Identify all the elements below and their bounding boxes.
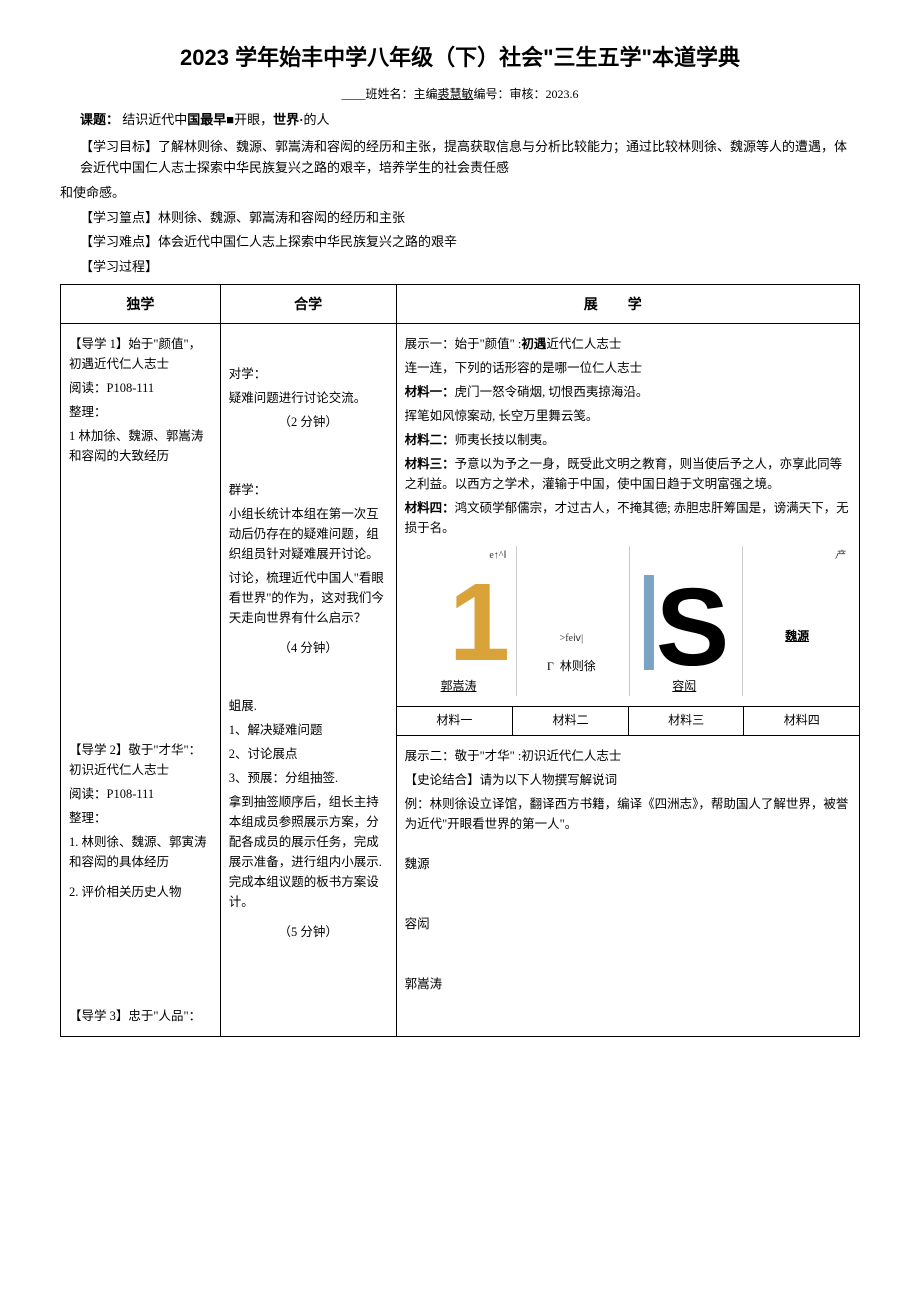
topic-text-c: ■开眼， [226,112,273,127]
col-hexue: 对学： 疑难问题进行讨论交流。 （2 分钟） 群学： 小组长统计本组在第一次互动… [220,324,396,1037]
d3-title: 【导学 3】忠于"人品"： [69,1006,212,1026]
d1-read: 阅读：P108-111 [69,378,212,398]
d1-item: 1 林加徐、魏源、郭嵩涛和容闳的大致经历 [69,426,212,466]
qun-text1: 小组长统计本组在第一次互动后仍存在的疑难问题，组织组员针对疑难展开讨论。 [229,504,388,564]
learning-goals: 【学习目标】了解林则徐、魏源、郭嵩涛和容闳的经历和主张，提高获取信息与分析比较能… [80,137,860,179]
zu-2: 2、讨论展点 [229,744,388,764]
topic-text-d: 世界· [273,112,303,127]
difficulty-label: 【学习难点】 [80,234,158,249]
portrait-cell-1: e↑^Ⅰ 1 郭嵩涛 [405,546,513,696]
learning-difficulty: 【学习难点】体会近代中国仁人志上探索中华民族复兴之路的艰辛 [80,232,860,253]
zu-1: 1、解决疑难问题 [229,720,388,740]
goals-text: 了解林则徐、魏源、郭嵩涛和容闳的经历和主张，提高获取信息与分析比较能力；通过比较… [80,139,847,175]
difficulty-text: 体会近代中国仁人志上探索中华民族复兴之路的艰辛 [158,234,457,249]
qun-time: （4 分钟） [229,638,388,658]
img2-caption: 林则徐 [560,659,596,673]
z1-line: 连一连，下列的话形容的是哪一位仁人志士 [405,358,851,378]
portrait-glyph-s: S [630,565,738,675]
col-duxue: 【导学 1】始于"颜值"，初遇近代仁人志士 阅读：P108-111 整理： 1 … [61,324,221,1037]
goals-label: 【学习目标】 [80,139,158,154]
qun-text2: 讨论，梳理近代中国人"看眼看世界"的作为，这对我们今天走向世界有什么启示？ [229,568,388,628]
z1-title: 展示一：始于"颜值" :初遇近代仁人志士 [405,334,851,354]
topic-label: 课题： [80,112,119,127]
d1-sort: 整理： [69,402,212,422]
editor-name: 裘慧敏 [437,87,473,101]
d1-title: 【导学 1】始于"颜值"，初遇近代仁人志士 [69,334,212,374]
zu-label: 蛆展. [229,696,388,716]
svg-text:1: 1 [448,565,509,675]
dui-time: （2 分钟） [229,412,388,432]
z2-title: 展示二：敬于"才华" :初识近代仁人志士 [405,746,851,766]
name-guosongtao: 郭嵩涛 [405,974,851,994]
portrait-cell-3: S 容闳 [629,546,738,696]
img2-pre: Γ [547,659,554,673]
keypoint-text: 林则徐、魏源、郭嵩涛和容闳的经历和主张 [158,210,405,225]
m2-text: 师夷长技以制夷。 [455,433,555,447]
img2-tag: >feⅳ| [560,631,584,647]
learning-keypoint: 【学习篁点】林则徐、魏源、郭嵩涛和容闳的经历和主张 [80,208,860,229]
topic-text-e: 的人 [304,112,330,127]
subtitle-suffix: 编号：审核：2023.6 [474,87,579,101]
name-ronghong: 容闳 [405,914,851,934]
svg-text:S: S [656,566,729,675]
d2-read: 阅读：P108-111 [69,784,212,804]
mat-1: 材料一 [397,707,513,734]
zu-text: 拿到抽签顺序后，组长主持本组成员参照展示方案，分配各成员的展示任务，完成展示准备… [229,792,388,912]
portrait-cell-2: >feⅳ| Γ 林则徐 [516,546,625,696]
topic-line: 课题： 结识近代中国最早■开眼，世界·的人 [80,110,860,131]
name-weiyuan: 魏源 [405,854,851,874]
m4-label: 材料四： [405,501,455,515]
header-zhanxue: 展学 [396,284,859,323]
main-table: 独学 合学 展学 【导学 1】始于"颜值"，初遇近代仁人志士 阅读：P108-1… [60,284,860,1037]
col-zhanxue: 展示一：始于"颜值" :初遇近代仁人志士 连一连，下列的话形容的是哪一位仁人志士… [396,324,859,1037]
subtitle-prefix: ____班姓名：主编 [341,87,437,101]
img1-tag: e↑^Ⅰ [489,548,506,564]
img4-tag: 产 [835,548,845,564]
d2-sort: 整理： [69,808,212,828]
m3-label: 材料三： [405,457,455,471]
img1-caption: 郭嵩涛 [440,677,476,696]
material-row: 材料一 材料二 材料三 材料四 [397,706,859,734]
mat-2: 材料二 [512,707,628,734]
d2-item2: 2. 评价相关历史人物 [69,882,212,902]
portrait-row: e↑^Ⅰ 1 郭嵩涛 >feⅳ| Γ 林则徐 S 容闳 [405,546,851,696]
dui-label: 对学： [229,364,388,384]
m1-text2: 挥笔如风惊案动, 长空万里舞云笺。 [405,406,851,426]
header-duxue: 独学 [61,284,221,323]
m3-text: 予意以为予之一身，既受此文明之教育，则当使后予之人，亦享此同等之利益。以西方之学… [405,457,843,491]
dui-text: 疑难问题进行讨论交流。 [229,388,388,408]
img4-caption: 魏源 [785,627,809,646]
m1-text: 虎门一怒令硝烟, 切恨西夷掠海沿。 [455,385,649,399]
topic-text-b: 国最早 [187,112,226,127]
qun-label: 群学： [229,480,388,500]
m1-label: 材料一： [405,385,455,399]
zu-time: （5 分钟） [229,922,388,942]
z2-task: 【史论结合】请为以下人物撰写解说词 [405,770,851,790]
m2-label: 材料二： [405,433,455,447]
z1-title-c: 近代仁人志士 [546,337,621,351]
subtitle-line: ____班姓名：主编裘慧敏编号：审核：2023.6 [60,85,860,104]
z1-title-a: 展示一：始于"颜值" : [405,337,522,351]
portrait-glyph-1: 1 [405,565,513,675]
keypoint-label: 【学习篁点】 [80,210,158,225]
mat-4: 材料四 [743,707,859,734]
mat-3: 材料三 [628,707,744,734]
header-hexue: 合学 [220,284,396,323]
goals-text-2: 和使命感。 [60,183,860,204]
z1-title-b: 初遇 [521,337,546,351]
page-title: 2023 学年始丰中学八年级（下）社会"三生五学"本道学典 [60,40,860,75]
img3-caption: 容闳 [672,677,696,696]
m4-text: 鸿文硕学郁儒宗，才过古人，不掩其德; 赤胆忠肝筹国是，谤满天下，无损于名。 [405,501,849,535]
d2-title: 【导学 2】敬于"才华"：初识近代仁人志士 [69,740,212,780]
z2-example: 例：林则徐设立译馆，翻译西方书籍，编译《四洲志》，帮助国人了解世界，被誉为近代"… [405,794,851,834]
topic-text-a: 结识近代中 [122,112,187,127]
d2-item1: 1. 林则徐、魏源、郭寅涛和容闳的具体经历 [69,832,212,872]
process-label: 【学习过程】 [80,257,860,278]
zu-3: 3、预展：分组抽签. [229,768,388,788]
portrait-cell-4: 产 魏源 [742,546,851,696]
